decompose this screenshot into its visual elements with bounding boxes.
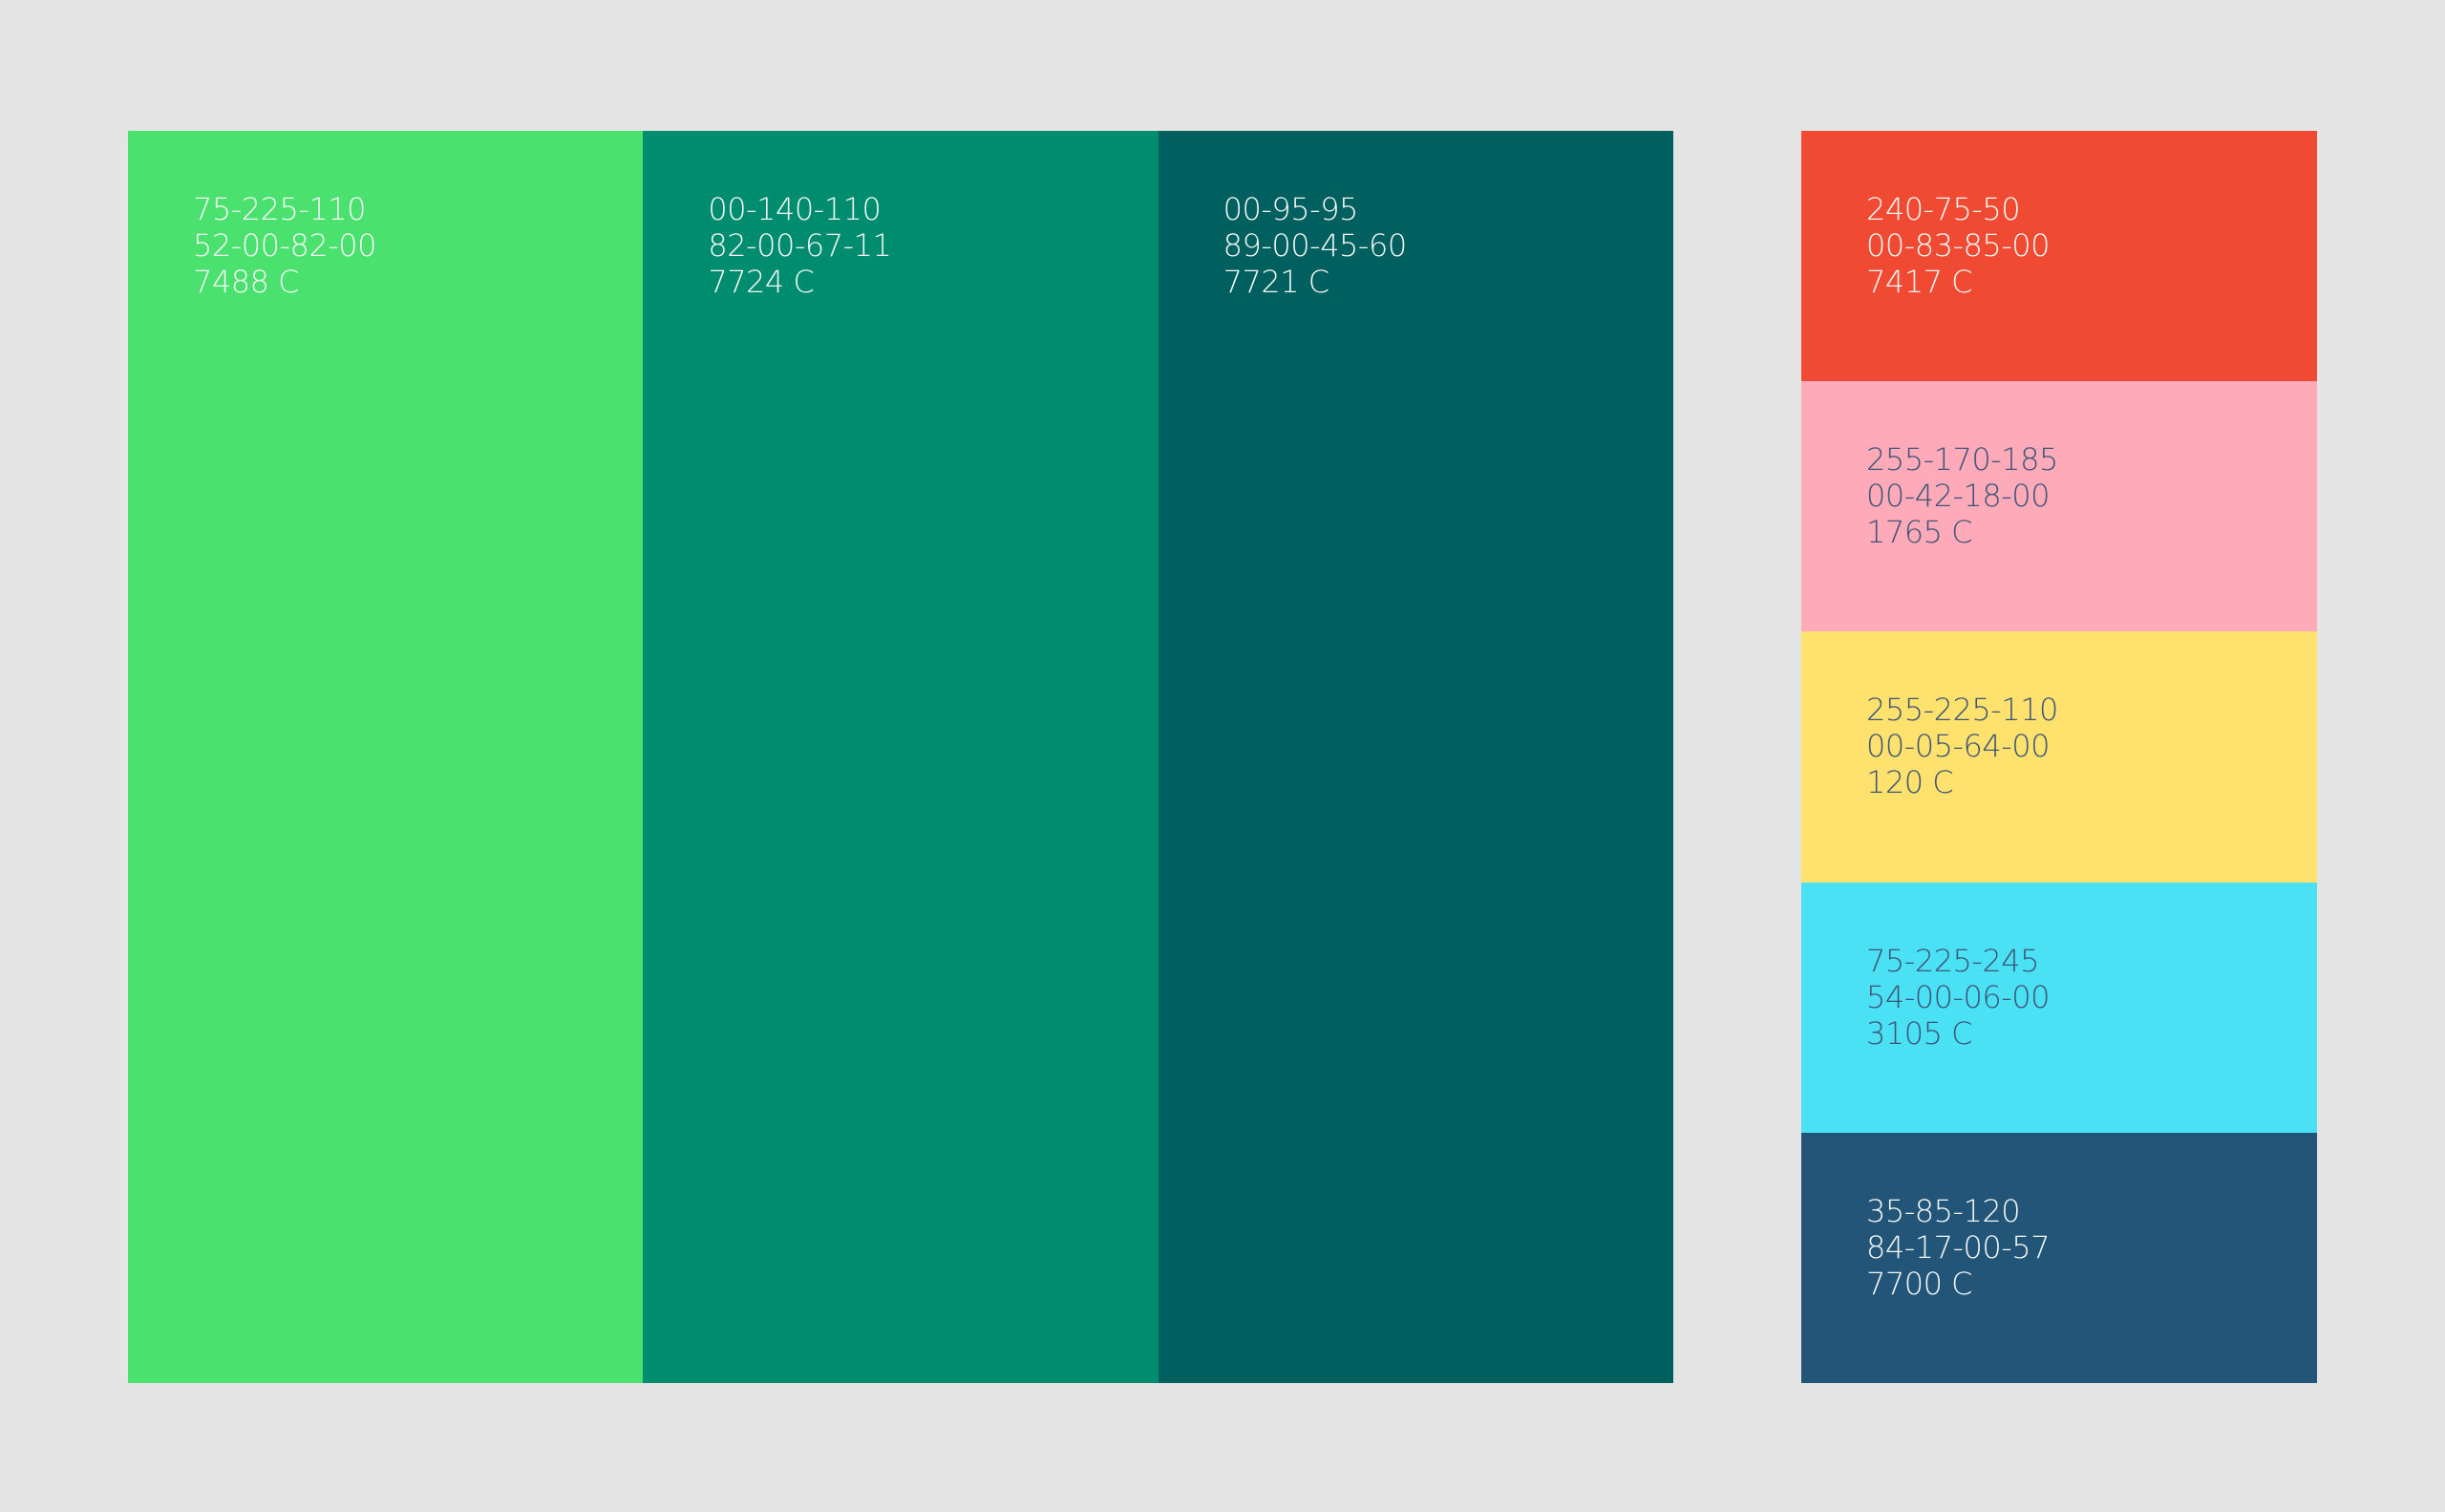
swatch-navy: 35-85-120 84-17-00-57 7700 C — [1801, 1132, 2317, 1384]
cmyk-value: 52-00-82-00 — [193, 227, 377, 264]
cmyk-value: 00-42-18-00 — [1866, 478, 2051, 515]
swatch-teal: 00-140-110 82-00-67-11 7724 C — [643, 131, 1159, 1383]
color-codes: 75-225-110 52-00-82-00 7488 C — [193, 191, 377, 300]
color-codes: 00-95-95 89-00-45-60 7721 C — [1222, 191, 1408, 300]
swatch-red: 240-75-50 00-83-85-00 7417 C — [1801, 131, 2317, 382]
color-codes: 75-225-245 54-00-06-00 3105 C — [1866, 942, 2051, 1052]
pantone-value: 7721 C — [1222, 264, 1329, 300]
pantone-value: 1765 C — [1866, 514, 1972, 551]
rgb-value: 00-140-110 — [708, 191, 882, 227]
pantone-value: 7724 C — [708, 264, 815, 300]
cmyk-value: 89-00-45-60 — [1222, 227, 1408, 264]
rgb-value: 240-75-50 — [1866, 191, 2021, 227]
pantone-value: 7700 C — [1866, 1265, 1972, 1302]
color-codes: 255-170-185 00-42-18-00 1765 C — [1866, 441, 2058, 550]
swatch-pink: 255-170-185 00-42-18-00 1765 C — [1801, 381, 2317, 632]
cmyk-value: 00-05-64-00 — [1866, 728, 2051, 765]
pantone-value: 3105 C — [1866, 1014, 1972, 1052]
rgb-value: 75-225-245 — [1866, 942, 2039, 979]
color-codes: 240-75-50 00-83-85-00 7417 C — [1866, 191, 2051, 300]
rgb-value: 35-85-120 — [1866, 1192, 2021, 1229]
secondary-palette: 240-75-50 00-83-85-00 7417 C 255-170-185… — [1801, 131, 2317, 1384]
swatch-dark-teal: 00-95-95 89-00-45-60 7721 C — [1158, 131, 1673, 1383]
rgb-value: 255-170-185 — [1866, 441, 2058, 479]
color-codes: 00-140-110 82-00-67-11 7724 C — [708, 191, 892, 300]
color-codes: 35-85-120 84-17-00-57 7700 C — [1866, 1192, 2051, 1302]
rgb-value: 75-225-110 — [193, 191, 366, 227]
primary-palette: 75-225-110 52-00-82-00 7488 C 00-140-110… — [128, 131, 1673, 1383]
rgb-value: 00-95-95 — [1222, 191, 1359, 227]
swatch-cyan: 75-225-245 54-00-06-00 3105 C — [1801, 882, 2317, 1133]
cmyk-value: 82-00-67-11 — [708, 227, 892, 264]
pantone-value: 120 C — [1866, 764, 1954, 801]
rgb-value: 255-225-110 — [1866, 692, 2058, 729]
cmyk-value: 84-17-00-57 — [1866, 1228, 2051, 1266]
swatch-yellow: 255-225-110 00-05-64-00 120 C — [1801, 631, 2317, 883]
color-codes: 255-225-110 00-05-64-00 120 C — [1866, 692, 2058, 800]
pantone-value: 7488 C — [193, 264, 299, 300]
pantone-value: 7417 C — [1866, 264, 1972, 300]
cmyk-value: 54-00-06-00 — [1866, 978, 2051, 1015]
swatch-green: 75-225-110 52-00-82-00 7488 C — [128, 131, 644, 1383]
cmyk-value: 00-83-85-00 — [1866, 227, 2051, 264]
